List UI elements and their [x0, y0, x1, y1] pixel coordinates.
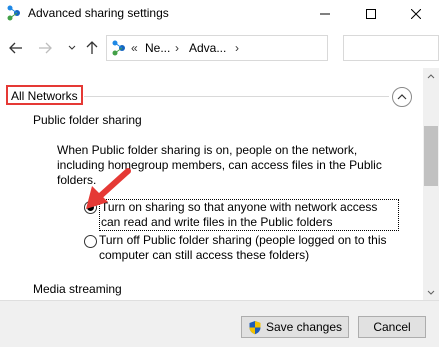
close-icon: [411, 9, 421, 19]
cancel-button[interactable]: Cancel: [358, 316, 426, 338]
chevron-down-icon: [68, 45, 76, 50]
minimize-button[interactable]: [302, 0, 348, 28]
back-button[interactable]: [6, 38, 26, 58]
forward-arrow-icon: [39, 42, 52, 54]
up-button[interactable]: [82, 38, 102, 58]
annotation-arrow-icon: [86, 168, 131, 209]
scroll-down-button[interactable]: [423, 284, 439, 300]
shield-icon: [249, 320, 261, 334]
chevron-up-icon: [397, 94, 407, 100]
forward-button[interactable]: [35, 38, 55, 58]
back-arrow-icon: [9, 42, 22, 54]
radio-turn-off-sharing[interactable]: [84, 235, 97, 248]
minimize-icon: [320, 13, 330, 15]
save-changes-button[interactable]: Save changes: [241, 316, 349, 338]
breadcrumb-network[interactable]: Ne...: [145, 41, 170, 55]
save-changes-label[interactable]: Save changes: [266, 320, 342, 334]
vertical-scrollbar[interactable]: [423, 68, 439, 300]
up-arrow-icon: [86, 41, 98, 54]
navigation-bar: « Ne... › Adva... ›: [0, 30, 439, 66]
title-bar: Advanced sharing settings: [0, 0, 439, 28]
settings-panel: All Networks Public folder sharing When …: [0, 68, 423, 300]
maximize-button[interactable]: [348, 0, 394, 28]
maximize-icon: [366, 9, 376, 19]
breadcrumb-separator[interactable]: ›: [175, 41, 179, 55]
address-overflow[interactable]: «: [131, 41, 138, 55]
chevron-down-icon: [427, 290, 435, 295]
option-label[interactable]: Turn off Public folder sharing (people l…: [99, 233, 399, 263]
collapse-section-button[interactable]: [392, 87, 412, 107]
scroll-up-button[interactable]: [423, 68, 439, 84]
scroll-thumb[interactable]: [424, 126, 438, 186]
network-icon: [112, 40, 125, 56]
media-streaming-heading: Media streaming: [33, 282, 122, 296]
address-bar[interactable]: « Ne... › Adva... ›: [106, 35, 427, 61]
search-input[interactable]: [343, 35, 439, 61]
cancel-label[interactable]: Cancel: [373, 320, 410, 334]
breadcrumb-separator[interactable]: ›: [235, 41, 239, 55]
close-button[interactable]: [393, 0, 439, 28]
network-icon: [7, 5, 20, 21]
recent-locations-button[interactable]: [62, 38, 82, 58]
chevron-up-icon: [427, 73, 435, 78]
window-title: Advanced sharing settings: [28, 6, 169, 20]
breadcrumb-advanced[interactable]: Adva...: [189, 41, 226, 55]
footer-bar: Save changes Cancel: [0, 300, 439, 347]
